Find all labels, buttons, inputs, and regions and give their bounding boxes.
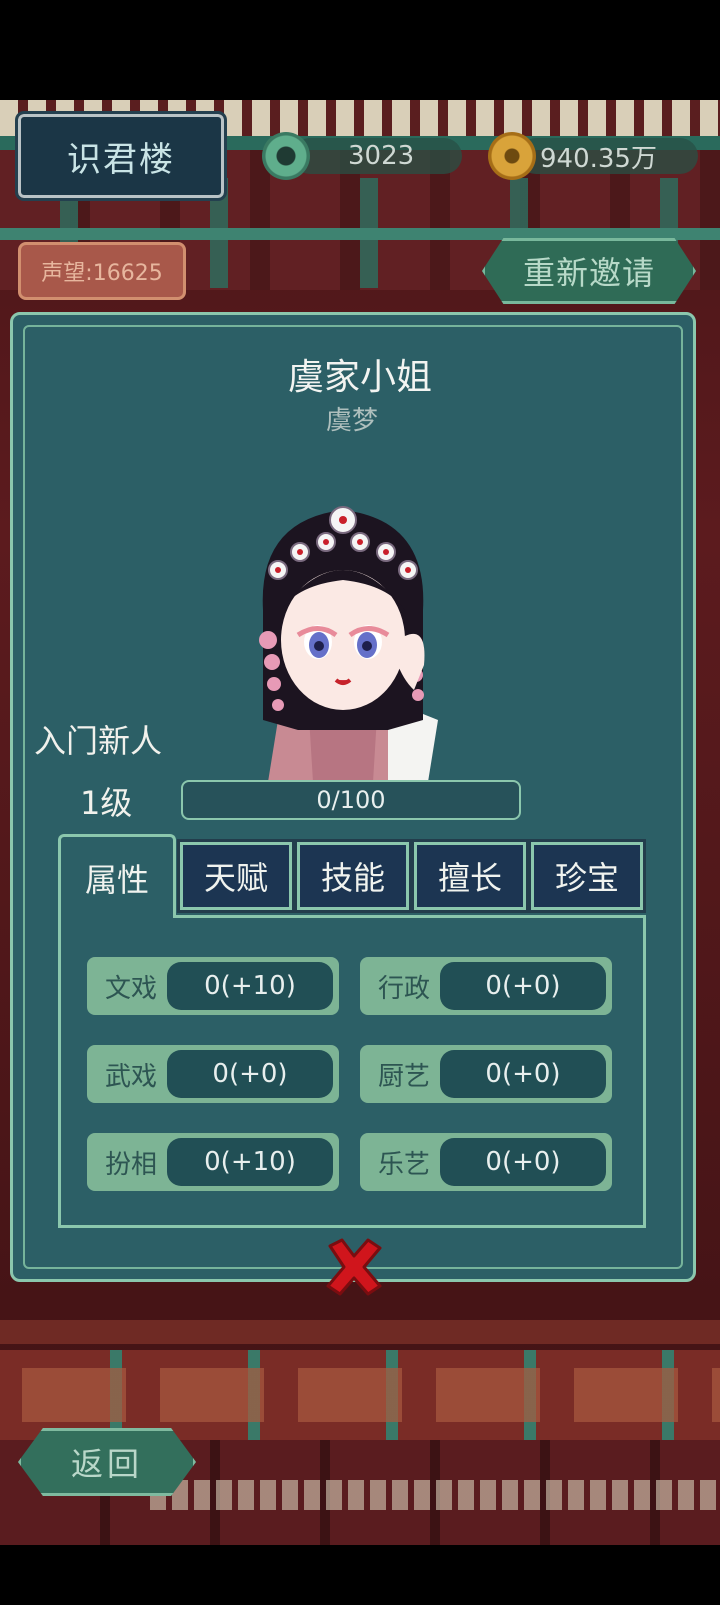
lower-ribbon [0, 1320, 720, 1344]
stat-label: 乐艺 [377, 1149, 430, 1180]
tab-skills-label: 技能 [320, 859, 385, 897]
lower-ornaments [0, 1368, 720, 1422]
back-button[interactable]: 返回 [18, 1428, 196, 1496]
copper-coin-icon [488, 132, 536, 180]
stat-row: 厨艺 0(+0) [360, 1045, 612, 1103]
stat-label: 武戏 [104, 1061, 157, 1092]
stat-value: 0(+10) [167, 962, 333, 1010]
character-title: 虞家小姐 [287, 357, 432, 398]
stat-label: 行政 [377, 973, 430, 1004]
stat-value: 0(+0) [440, 1050, 606, 1098]
stat-row: 行政 0(+0) [360, 957, 612, 1015]
stat-label: 厨艺 [377, 1061, 430, 1092]
tab-attributes[interactable]: 属性 [58, 834, 176, 918]
location-title-plaque: 识君楼 [15, 111, 227, 201]
back-label: 返回 [70, 1445, 143, 1483]
floor-lattice [150, 1480, 720, 1510]
reputation-text: 声望:16625 [41, 261, 163, 286]
xp-progress-text: 0/100 [316, 786, 386, 814]
jade-currency: 3023 [262, 132, 472, 180]
tab-skills[interactable]: 技能 [294, 839, 412, 913]
stat-value: 0(+0) [167, 1050, 333, 1098]
jade-disc-icon [262, 132, 310, 180]
reputation-badge: 声望:16625 [18, 242, 186, 300]
tab-treasures[interactable]: 珍宝 [528, 839, 646, 913]
stat-label: 文戏 [104, 973, 157, 1004]
copper-amount: 940.35万 [540, 143, 657, 174]
copper-currency: 940.35万 [488, 132, 698, 180]
stat-row: 武戏 0(+0) [87, 1045, 339, 1103]
reinvite-button[interactable]: 重新邀请 [482, 238, 696, 304]
character-rank: 入门新人 [34, 722, 163, 760]
stat-row: 文戏 0(+10) [87, 957, 339, 1015]
stat-row: 乐艺 0(+0) [360, 1133, 612, 1191]
tab-attributes-label: 属性 [84, 860, 149, 899]
stat-row: 扮相 0(+10) [87, 1133, 339, 1191]
tab-specialties[interactable]: 擅长 [411, 839, 529, 913]
tab-talents[interactable]: 天赋 [177, 839, 295, 913]
tab-specialties-label: 擅长 [437, 859, 502, 897]
stat-value: 0(+10) [167, 1138, 333, 1186]
tab-treasures-label: 珍宝 [554, 859, 619, 897]
xp-progress-bar: 0/100 [181, 780, 521, 820]
jade-amount: 3023 [348, 141, 415, 171]
close-icon[interactable] [322, 1236, 386, 1298]
stat-value: 0(+0) [440, 1138, 606, 1186]
location-title: 识君楼 [67, 139, 175, 180]
tab-talents-label: 天赋 [203, 859, 268, 897]
character-name: 虞梦 [325, 406, 378, 436]
stat-value: 0(+0) [440, 962, 606, 1010]
reinvite-label: 重新邀请 [522, 254, 655, 292]
character-level: 1级 [80, 784, 133, 822]
character-portrait [259, 506, 438, 782]
stat-label: 扮相 [104, 1149, 157, 1180]
